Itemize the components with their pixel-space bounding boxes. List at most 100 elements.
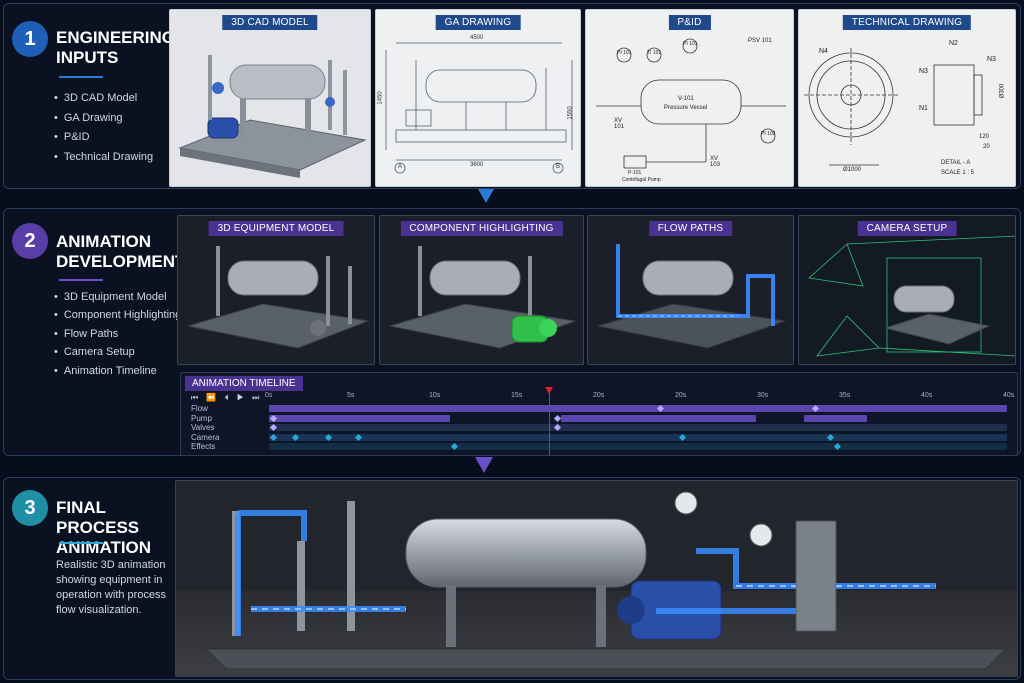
nozzle-label: N4 [819,48,828,55]
step-number-1: 1 [12,21,48,57]
dim-120: 120 [979,134,990,140]
pid-instrument: TI 101 [647,50,662,56]
panel-label: CAMERA SETUP [857,221,957,236]
timeline-tick: 40s [1003,392,1015,399]
timeline-bar[interactable] [269,414,450,422]
panel-label: TECHNICAL DRAWING [842,15,972,30]
bullet-item: Flow Paths [54,328,181,347]
timeline-controls[interactable]: ⏮ ⏪ ⏴ ▶ ⏭ [191,393,262,403]
panel-label: FLOW PATHS [648,221,733,236]
timeline-tick: 20s [593,392,605,399]
timeline-title: ANIMATION TIMELINE [185,376,303,391]
timeline-keyframe[interactable] [553,414,561,422]
ga-ref-b: B [556,164,561,170]
panel-label: COMPONENT HIGHLIGHTING [400,221,563,236]
timeline-track-label: Flow [191,404,208,413]
pid-instrument: XV 103 [710,156,721,168]
flow-arrow-down-icon [475,457,493,473]
pid-panel[interactable]: P&ID PI 101 TI 101 PI 101 PSV 101 PI 102… [585,9,794,187]
engineering-inputs-section: 1 ENGINEERING INPUTS 3D CAD Model GA Dra… [3,3,1021,189]
final-description: Realistic 3D animation showing equipment… [56,559,167,616]
title-line-1: FINAL PROCESS [56,498,140,537]
playhead-marker-icon [545,387,554,394]
detail-label: DETAIL - A [941,160,971,166]
title-underline [59,279,103,281]
bullet-item: GA Drawing [54,112,153,132]
ga-side-dim: 1550 [567,106,574,120]
component-highlighting-panel[interactable]: COMPONENT HIGHLIGHTING [379,215,584,365]
bullet-item: Component Highlighting [54,310,181,328]
timeline-track-label: Effects [191,442,216,451]
section-title-inputs: ENGINEERING INPUTS [56,28,176,68]
bullet-item: P&ID [54,131,153,151]
bullet-item: Technical Drawing [54,151,153,171]
title-line-2: DEVELOPMENT [56,252,186,271]
title-line-2: INPUTS [56,48,119,67]
panel-label: 3D EQUIPMENT MODEL [208,221,344,236]
final-animation-section: 3 FINAL PROCESS ANIMATION Realistic 3D a… [3,477,1021,680]
nozzle-label: N3 [919,68,928,75]
timeline-bar[interactable] [269,443,1007,450]
timeline-track-label: Valves [191,423,215,432]
pid-instrument: PSV 101 [748,38,772,44]
bullet-item: Animation Timeline [54,365,181,384]
timeline-tick: 15s [511,392,523,399]
ga-height-dim: 1450 [377,91,384,105]
cad-model-illustration [178,55,367,178]
final-render-illustration [176,481,1017,676]
ga-width-dim: 4500 [470,35,484,41]
pid-instrument: XV 101 [614,118,625,130]
timeline-track-label: Pump [191,413,212,423]
equipment-model-panel[interactable]: 3D EQUIPMENT MODEL [177,215,375,365]
vessel-tag: V-101 [678,96,694,102]
pid-instrument: PI 101 [617,50,632,56]
title-line-1: ENGINEERING [56,28,176,47]
timeline-bar[interactable] [560,414,757,422]
timeline-tick: 35s [839,392,851,399]
flow-paths-illustration [597,244,786,349]
timeline-tick: 20s [675,392,687,399]
timeline-bar[interactable] [804,414,867,422]
bullet-item: 3D CAD Model [54,92,153,112]
bullet-item: Camera Setup [54,347,181,365]
animation-bullet-list: 3D Equipment Model Component Highlightin… [54,291,181,384]
camera-setup-panel[interactable]: CAMERA SETUP [798,215,1016,365]
pid-instrument: PI 101 [683,41,698,47]
cad-model-panel[interactable]: 3D CAD MODEL [169,9,371,187]
timeline-bar[interactable] [269,424,1007,431]
timeline-tick: 0s [265,392,273,399]
panel-label: GA DRAWING [435,15,521,30]
timeline-bar[interactable] [269,433,1007,441]
pump-tag: P-101 [628,170,642,176]
dim-300: Ø300 [999,83,1006,99]
timeline-bar[interactable] [269,405,1007,412]
title-line-1: ANIMATION [56,232,152,251]
technical-drawing-illustration [804,48,983,166]
nozzle-label: N3 [987,56,996,63]
vessel-name: Pressure Vessel [664,105,708,111]
component-highlighting-illustration [389,246,576,349]
technical-drawing-panel[interactable]: TECHNICAL DRAWING N4 N2 N3 N3 N1 Ø1000 Ø… [798,9,1016,187]
nozzle-label: N2 [949,40,958,47]
title-line-2: ANIMATION [56,538,152,557]
title-underline [59,76,103,78]
nozzle-label: N1 [919,105,928,112]
timeline-track-label: Camera [191,432,220,442]
timeline-tick: 5s [347,392,355,399]
camera-setup-illustration [808,235,1015,357]
inputs-bullet-list: 3D CAD Model GA Drawing P&ID Technical D… [54,92,153,170]
timeline-playhead[interactable] [545,387,554,455]
bullet-item: 3D Equipment Model [54,291,181,310]
final-animation-render[interactable] [175,480,1018,677]
flow-paths-panel[interactable]: FLOW PATHS [587,215,794,365]
animation-timeline[interactable]: ANIMATION TIMELINE ⏮ ⏪ ⏴ ▶ ⏭ 0s 5s 10s 15s 2… [180,372,1018,456]
timeline-tick: 10s [429,392,441,399]
panel-label: P&ID [668,15,711,30]
panel-label: 3D CAD MODEL [222,15,318,30]
flow-arrow-down-icon [478,189,494,203]
ga-drawing-panel[interactable]: GA DRAWING 4500 3600 1450 1550 A B [375,9,581,187]
timeline-tick: 40s [921,392,933,399]
pid-instrument: PI 102 [761,131,776,137]
step-number-3: 3 [12,490,48,526]
ga-ref-a: A [398,164,403,170]
